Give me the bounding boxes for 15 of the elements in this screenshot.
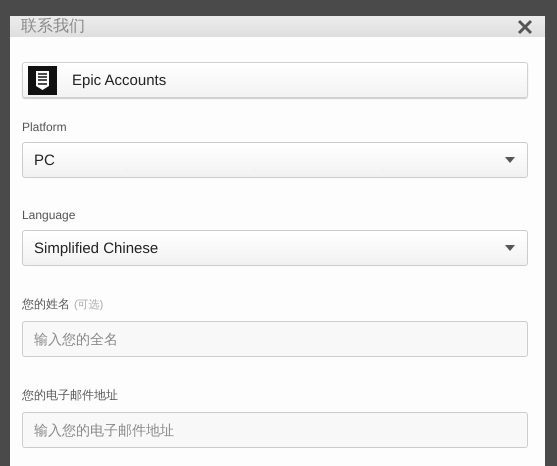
caret-icon [505,157,515,163]
caret-icon [505,245,515,251]
field-label: 您的姓名 [22,296,70,313]
optional-note: (可选) [74,298,104,312]
close-icon [517,18,533,34]
input-field[interactable]: 输入您的电子邮件地址 [22,412,528,448]
input-field[interactable]: 输入您的全名 [22,321,528,357]
field-label: 您的电子邮件地址 [22,387,118,404]
product-selector[interactable]: Epic Accounts [22,62,528,98]
field-label: Platform [22,120,67,134]
field-label: Language [22,208,76,222]
dropdown[interactable]: Simplified Chinese [22,230,528,266]
dropdown[interactable]: PC [22,142,528,178]
dialog-title: 联系我们 [21,16,85,37]
logo-icon [28,66,57,94]
